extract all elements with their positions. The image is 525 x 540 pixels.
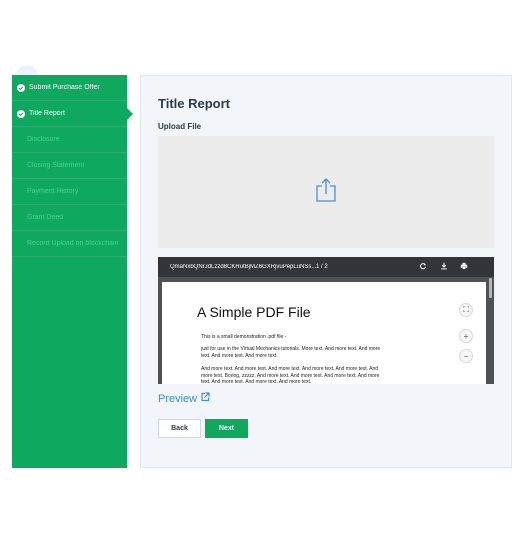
external-link-icon [197,392,210,405]
pdf-scrollbar[interactable] [489,278,492,298]
sidebar-step-submit-purchase-offer[interactable]: Submit Purchase Offer [12,75,127,101]
preview-link[interactable]: Preview [158,392,210,405]
sidebar-step-label: Payment History [27,188,79,195]
print-icon[interactable] [460,262,470,272]
sidebar-step-label: Submit Purchase Offer [29,84,100,91]
sidebar-step-title-report[interactable]: Title Report [12,101,133,127]
pdf-page-indicator: 1 / 2 [316,264,328,270]
zoom-out-icon[interactable]: − [459,349,473,363]
upload-file-label: Upload File [158,122,202,131]
pdf-viewer[interactable]: QmaNxbQNrJdLzzd8CKRutBjMZ6GXRjvuPepLuNSs… [158,257,494,384]
upload-share-icon [315,177,337,208]
fit-page-icon[interactable]: ⛶ [459,303,473,317]
sidebar-step-disclosure[interactable]: Disclosure [12,127,127,153]
sidebar-step-record-upload[interactable]: Record Upload on blockchain [12,231,127,257]
next-button[interactable]: Next [205,419,248,438]
file-dropzone[interactable] [158,136,494,248]
sidebar-step-label: Grant Deed [27,214,64,221]
sidebar-step-closing-statement[interactable]: Closing Statement [12,153,127,179]
main-panel: Title Report Upload File QmaNxbQNrJdLzzd… [140,75,512,468]
pdf-paragraph: This is a small demonstration .pdf file … [201,334,287,340]
page-title: Title Report [158,96,230,111]
sidebar-step-grant-deed[interactable]: Grant Deed [12,205,127,231]
pdf-document-title: A Simple PDF File [197,304,311,320]
rotate-icon[interactable] [419,262,429,272]
pdf-paragraph: And more text. And more text. And more t… [201,366,380,384]
pdf-toolbar: QmaNxbQNrJdLzzd8CKRutBjMZ6GXRjvuPepLuNSs… [158,257,494,277]
sidebar-step-label: Disclosure [27,136,60,143]
sidebar-step-label: Closing Statement [27,162,85,169]
check-circle-icon [17,109,25,118]
preview-label: Preview [158,392,198,405]
sidebar-step-payment-history[interactable]: Payment History [12,179,127,205]
sidebar-step-label: Record Upload on blockchain [27,240,119,247]
check-circle-icon [17,83,25,92]
pdf-paragraph: just for use in the Virtual Mechanics tu… [201,346,381,359]
back-button[interactable]: Back [158,419,201,438]
sidebar-step-label: Title Report [29,110,65,117]
pdf-filename: QmaNxbQNrJdLzzd8CKRutBjMZ6GXRjvuPepLuNSs… [170,264,317,270]
download-icon[interactable] [440,262,450,272]
zoom-in-icon[interactable]: + [459,329,473,343]
progress-sidebar: Submit Purchase Offer Title Report Discl… [12,75,133,468]
pdf-page: A Simple PDF File This is a small demons… [162,282,486,384]
